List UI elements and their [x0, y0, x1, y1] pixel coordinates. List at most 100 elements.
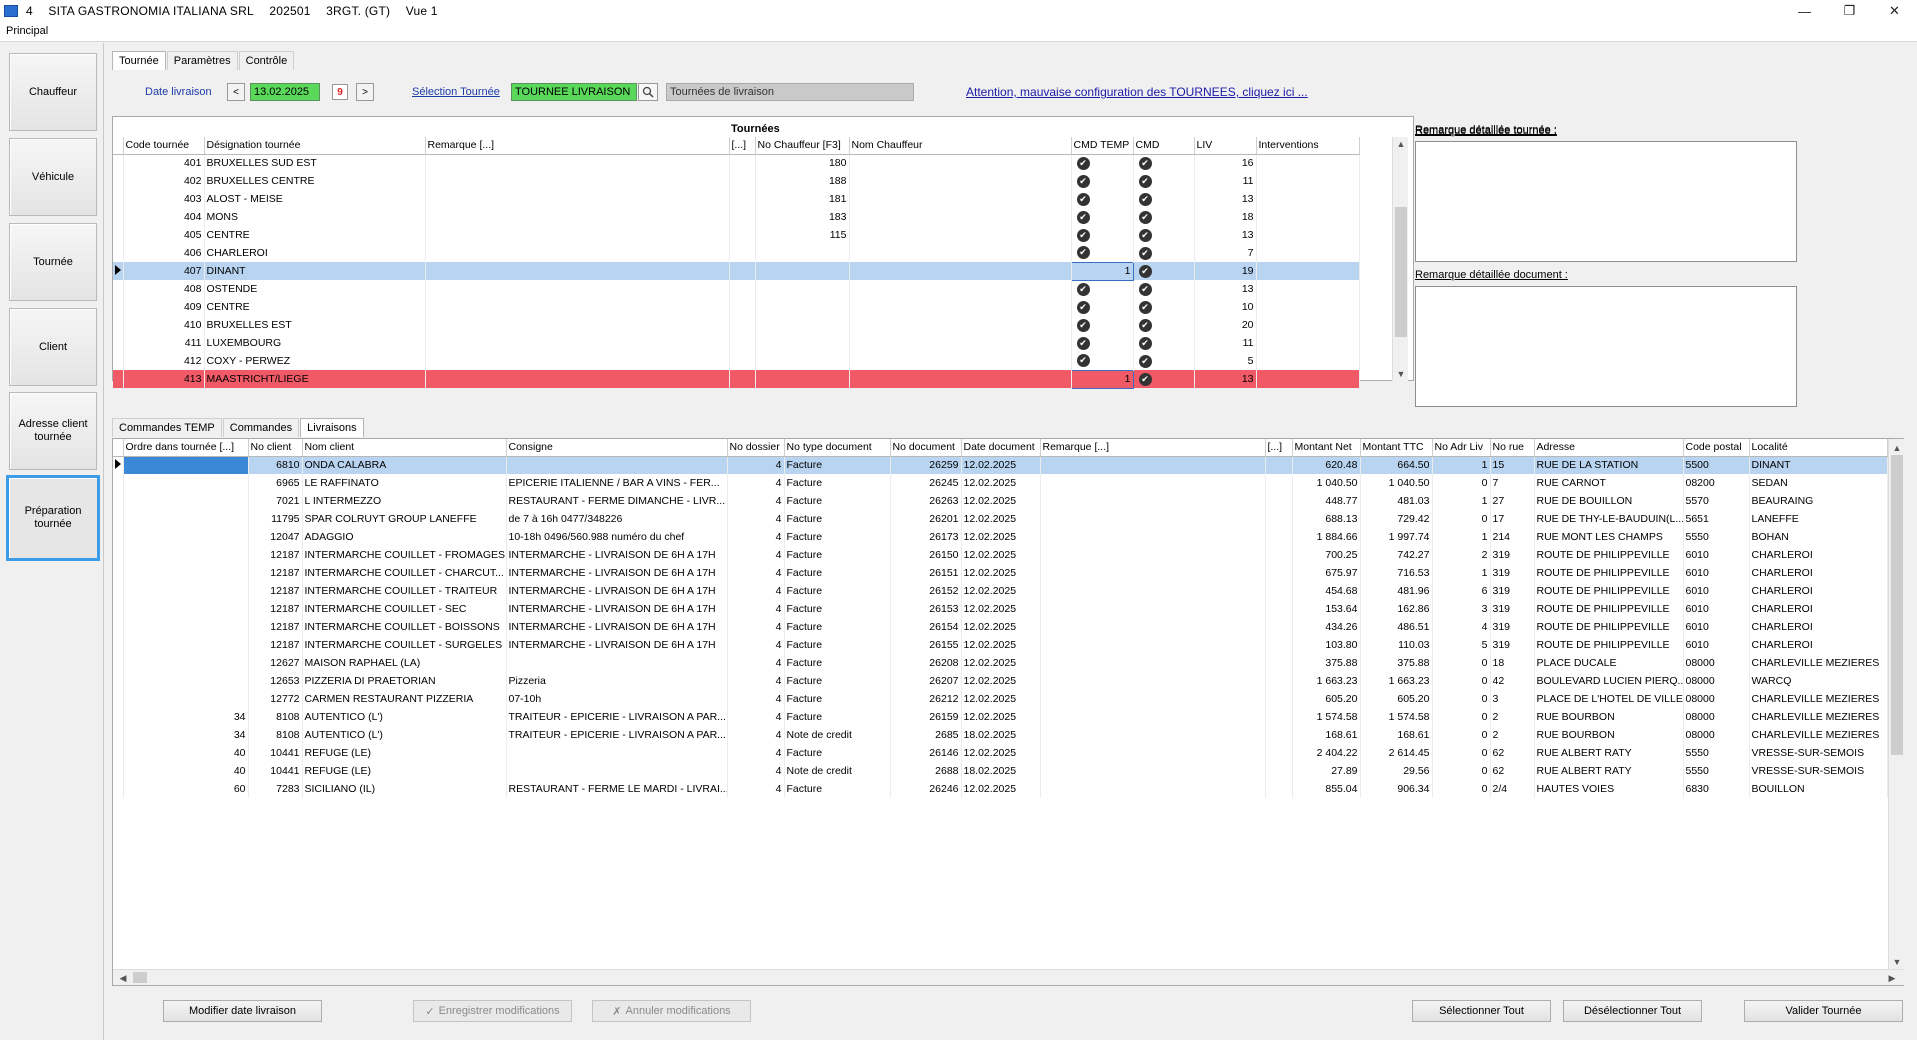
liv-cell[interactable]: 11 [1194, 334, 1257, 352]
designation-cell[interactable]: BRUXELLES SUD EST [204, 154, 426, 172]
col-consigne[interactable]: Consigne [506, 439, 728, 457]
no-dossier-cell[interactable]: 4 [727, 492, 785, 510]
col-no-chauffeur[interactable]: No Chauffeur [F3] [755, 137, 850, 155]
no-client-cell[interactable]: 12187 [248, 636, 303, 654]
remarque-cell[interactable] [425, 226, 730, 244]
no-chauffeur-cell[interactable] [755, 316, 850, 334]
adresse-cell[interactable]: ROUTE DE PHILIPPEVILLE [1534, 600, 1684, 618]
livraison-row[interactable]: 40 10441 REFUGE (LE) 4 Facture 26146 12.02.202… [113, 744, 1888, 762]
interventions-cell[interactable] [1256, 154, 1360, 172]
type-document-cell[interactable]: Facture [784, 672, 891, 690]
remarque-liv-cell[interactable] [1040, 744, 1266, 762]
remarque-liv-expand-cell[interactable] [1265, 546, 1293, 564]
remarque-liv-expand-cell[interactable] [1265, 726, 1293, 744]
remarque-expand-cell[interactable] [729, 154, 756, 172]
row-indicator[interactable] [113, 262, 124, 280]
cmd-temp-cell[interactable]: ✔ [1071, 154, 1134, 172]
code-postal-cell[interactable]: 08000 [1683, 690, 1750, 708]
no-adr-liv-cell[interactable]: 1 [1432, 492, 1491, 510]
tournee-row[interactable]: 402 BRUXELLES CENTRE 188 ✔ ✔ 11 [113, 172, 1360, 190]
col-remarque[interactable]: Remarque [...] [425, 137, 730, 155]
remarque-liv-expand-cell[interactable] [1265, 780, 1293, 798]
montant-ttc-cell[interactable]: 375.88 [1360, 654, 1433, 672]
type-document-cell[interactable]: Facture [784, 474, 891, 492]
row-indicator[interactable] [113, 780, 124, 798]
hscroll-thumb[interactable] [133, 972, 147, 983]
montant-ttc-cell[interactable]: 486.51 [1360, 618, 1433, 636]
nom-client-cell[interactable]: PIZZERIA DI PRAETORIAN [302, 672, 507, 690]
row-indicator[interactable] [113, 208, 124, 226]
livraison-row[interactable]: 6965 LE RAFFINATO EPICERIE ITALIENNE / BAR… [113, 474, 1888, 492]
consigne-cell[interactable] [506, 654, 728, 672]
row-indicator[interactable] [113, 654, 124, 672]
tab-livraisons[interactable]: Livraisons [300, 418, 364, 437]
remarque-liv-cell[interactable] [1040, 618, 1266, 636]
montant-net-cell[interactable]: 1 884.66 [1292, 528, 1361, 546]
nom-chauffeur-cell[interactable] [849, 190, 1072, 208]
no-chauffeur-cell[interactable]: 180 [755, 154, 850, 172]
row-indicator[interactable] [113, 456, 124, 474]
cmd-temp-cell[interactable]: ✔ [1071, 298, 1134, 316]
remarque-liv-expand-cell[interactable] [1265, 492, 1293, 510]
ordre-cell[interactable] [123, 528, 249, 546]
remarque-cell[interactable] [425, 172, 730, 190]
valider-tournee-button[interactable]: Valider Tournée [1744, 1000, 1903, 1022]
nom-client-cell[interactable]: MAISON RAPHAEL (LA) [302, 654, 507, 672]
remarque-expand-cell[interactable] [729, 352, 756, 370]
designation-cell[interactable]: MAASTRICHT/LIEGE [204, 370, 426, 388]
row-indicator[interactable] [113, 352, 124, 370]
no-rue-cell[interactable]: 319 [1490, 636, 1535, 654]
no-client-cell[interactable]: 10441 [248, 744, 303, 762]
row-indicator[interactable] [113, 510, 124, 528]
designation-cell[interactable]: MONS [204, 208, 426, 226]
code-tournee-cell[interactable]: 409 [123, 298, 205, 316]
nom-chauffeur-cell[interactable] [849, 208, 1072, 226]
interventions-cell[interactable] [1256, 334, 1360, 352]
date-document-cell[interactable]: 12.02.2025 [961, 528, 1041, 546]
row-indicator[interactable] [113, 172, 124, 190]
no-document-cell[interactable]: 26151 [890, 564, 962, 582]
date-document-cell[interactable]: 12.02.2025 [961, 672, 1041, 690]
livraison-row[interactable]: 60 7283 SICILIANO (IL) RESTAURANT - FERME L… [113, 780, 1888, 798]
nom-client-cell[interactable]: CARMEN RESTAURANT PIZZERIA [302, 690, 507, 708]
localite-cell[interactable]: CHARLEROI [1749, 546, 1888, 564]
type-document-cell[interactable]: Facture [784, 636, 891, 654]
sidebar-item-chauffeur[interactable]: Chauffeur [9, 53, 97, 131]
tournees-scroll-thumb[interactable] [1395, 207, 1407, 337]
nom-chauffeur-cell[interactable] [849, 244, 1072, 262]
no-chauffeur-cell[interactable]: 181 [755, 190, 850, 208]
nom-client-cell[interactable]: ADAGGIO [302, 528, 507, 546]
tournees-scrollbar[interactable]: ▲ ▼ [1392, 137, 1408, 381]
ordre-cell[interactable] [123, 618, 249, 636]
adresse-cell[interactable]: RUE ALBERT RATY [1534, 762, 1684, 780]
no-adr-liv-cell[interactable]: 0 [1432, 780, 1491, 798]
remarque-liv-cell[interactable] [1040, 708, 1266, 726]
nom-chauffeur-cell[interactable] [849, 334, 1072, 352]
localite-cell[interactable]: CHARLEROI [1749, 582, 1888, 600]
montant-ttc-cell[interactable]: 1 997.74 [1360, 528, 1433, 546]
localite-cell[interactable]: BOUILLON [1749, 780, 1888, 798]
row-indicator[interactable] [113, 190, 124, 208]
code-postal-cell[interactable]: 08000 [1683, 726, 1750, 744]
interventions-cell[interactable] [1256, 352, 1360, 370]
no-client-cell[interactable]: 12187 [248, 564, 303, 582]
scroll-down-icon[interactable]: ▼ [1889, 955, 1905, 969]
liv-cell[interactable]: 16 [1194, 154, 1257, 172]
code-postal-cell[interactable]: 5550 [1683, 762, 1750, 780]
consigne-cell[interactable] [506, 762, 728, 780]
livraison-row[interactable]: 34 8108 AUTENTICO (L') TRAITEUR - EPICERIE … [113, 726, 1888, 744]
type-document-cell[interactable]: Facture [784, 456, 891, 474]
no-document-cell[interactable]: 26154 [890, 618, 962, 636]
code-postal-cell[interactable]: 5550 [1683, 528, 1750, 546]
nom-client-cell[interactable]: REFUGE (LE) [302, 762, 507, 780]
nom-client-cell[interactable]: INTERMARCHE COUILLET - CHARCUT... [302, 564, 507, 582]
livraison-row[interactable]: 11795 SPAR COLRUYT GROUP LANEFFE de 7 à 16… [113, 510, 1888, 528]
interventions-cell[interactable] [1256, 298, 1360, 316]
code-tournee-cell[interactable]: 410 [123, 316, 205, 334]
remarque-cell[interactable] [425, 208, 730, 226]
remarque-liv-expand-cell[interactable] [1265, 582, 1293, 600]
no-chauffeur-cell[interactable] [755, 244, 850, 262]
localite-cell[interactable]: CHARLEROI [1749, 600, 1888, 618]
ordre-cell[interactable] [123, 582, 249, 600]
designation-cell[interactable]: BRUXELLES EST [204, 316, 426, 334]
